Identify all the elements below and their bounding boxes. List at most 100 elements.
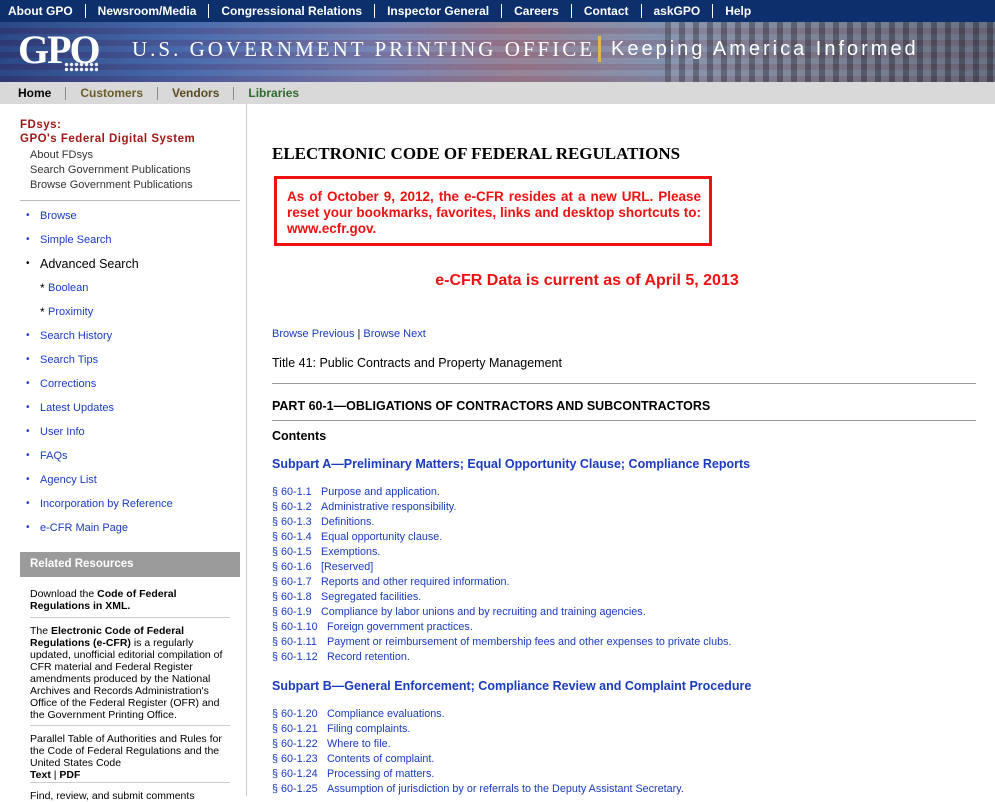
section-title[interactable]: Segregated facilities. bbox=[321, 590, 421, 605]
topnav-congressional-relations[interactable]: Congressional Relations bbox=[209, 4, 376, 18]
section-row[interactable]: § 60-1.24 Processing of matters. bbox=[272, 767, 976, 782]
fdsys-link-about[interactable]: About FDsys bbox=[30, 148, 193, 163]
section-title[interactable]: Purpose and application. bbox=[321, 485, 440, 500]
sidebar-item-label[interactable]: Boolean bbox=[48, 280, 88, 296]
section-number[interactable]: § 60-1.10 bbox=[272, 620, 318, 635]
sidebar-item-label[interactable]: Latest Updates bbox=[40, 400, 114, 416]
section-row[interactable]: § 60-1.4 Equal opportunity clause. bbox=[272, 530, 976, 545]
sidebar-item-corrections[interactable]: • Corrections bbox=[26, 376, 240, 400]
section-row[interactable]: § 60-1.21 Filing complaints. bbox=[272, 722, 976, 737]
browse-next-link[interactable]: Browse Next bbox=[363, 328, 425, 340]
sidebar-item-label[interactable]: Proximity bbox=[48, 304, 93, 320]
section-row[interactable]: § 60-1.23 Contents of complaint. bbox=[272, 752, 976, 767]
section-title[interactable]: Record retention. bbox=[327, 650, 410, 665]
section-title[interactable]: [Reserved] bbox=[321, 560, 373, 575]
section-row[interactable]: § 60-1.8 Segregated facilities. bbox=[272, 590, 976, 605]
sidebar-item-simple-search[interactable]: • Simple Search bbox=[26, 232, 240, 256]
section-number[interactable]: § 60-1.9 bbox=[272, 605, 312, 620]
section-title[interactable]: Where to file. bbox=[327, 737, 391, 752]
section-title[interactable]: Compliance evaluations. bbox=[327, 707, 445, 722]
section-title[interactable]: Compliance by labor unions and by recrui… bbox=[321, 605, 646, 620]
section-number[interactable]: § 60-1.6 bbox=[272, 560, 312, 575]
section-title[interactable]: Administrative responsibility. bbox=[321, 500, 456, 515]
fdsys-title-line-2[interactable]: GPO's Federal Digital System bbox=[20, 132, 195, 146]
gpo-logo[interactable]: GPO bbox=[18, 26, 101, 73]
sidebar-item-boolean[interactable]: * Boolean bbox=[26, 280, 240, 304]
section-row[interactable]: § 60-1.5 Exemptions. bbox=[272, 545, 976, 560]
section-title[interactable]: Processing of matters. bbox=[327, 767, 434, 782]
fdsys-link-search[interactable]: Search Government Publications bbox=[30, 163, 193, 178]
section-number[interactable]: § 60-1.20 bbox=[272, 707, 318, 722]
section-row[interactable]: § 60-1.11 Payment or reimbursement of mem… bbox=[272, 635, 976, 650]
section-number[interactable]: § 60-1.8 bbox=[272, 590, 312, 605]
section-number[interactable]: § 60-1.1 bbox=[272, 485, 312, 500]
sidebar-item-label[interactable]: Incorporation by Reference bbox=[40, 496, 173, 512]
section-row[interactable]: § 60-1.7 Reports and other required infor… bbox=[272, 575, 976, 590]
sidebar-item-browse[interactable]: • Browse bbox=[26, 208, 240, 232]
section-title[interactable]: Equal opportunity clause. bbox=[321, 530, 442, 545]
section-number[interactable]: § 60-1.12 bbox=[272, 650, 318, 665]
section-number[interactable]: § 60-1.21 bbox=[272, 722, 318, 737]
section-title[interactable]: Payment or reimbursement of membership f… bbox=[327, 635, 731, 650]
sidebar-item-label[interactable]: Search History bbox=[40, 328, 112, 344]
section-number[interactable]: § 60-1.7 bbox=[272, 575, 312, 590]
section-title[interactable]: Exemptions. bbox=[321, 545, 380, 560]
sidebar-item-label[interactable]: Corrections bbox=[40, 376, 96, 392]
section-number[interactable]: § 60-1.24 bbox=[272, 767, 318, 782]
sidebar-item-label[interactable]: FAQs bbox=[40, 448, 68, 464]
sidebar-item-label[interactable]: Browse bbox=[40, 208, 77, 224]
sidebar-item-incorporation-by-reference[interactable]: • Incorporation by Reference bbox=[26, 496, 240, 520]
section-row[interactable]: § 60-1.12 Record retention. bbox=[272, 650, 976, 665]
browse-previous-link[interactable]: Browse Previous bbox=[272, 328, 355, 340]
section-number[interactable]: § 60-1.2 bbox=[272, 500, 312, 515]
section-number[interactable]: § 60-1.5 bbox=[272, 545, 312, 560]
topnav-help[interactable]: Help bbox=[713, 4, 763, 18]
parallel-text-link[interactable]: Text bbox=[30, 769, 51, 781]
subnav-customers[interactable]: Customers bbox=[66, 86, 159, 100]
section-number[interactable]: § 60-1.3 bbox=[272, 515, 312, 530]
subnav-libraries[interactable]: Libraries bbox=[234, 86, 313, 100]
sidebar-item-label[interactable]: e-CFR Main Page bbox=[40, 520, 128, 536]
sidebar-item-latest-updates[interactable]: • Latest Updates bbox=[26, 400, 240, 424]
sidebar-item-agency-list[interactable]: • Agency List bbox=[26, 472, 240, 496]
section-row[interactable]: § 60-1.6 [Reserved] bbox=[272, 560, 976, 575]
section-title[interactable]: Foreign government practices. bbox=[327, 620, 473, 635]
section-row[interactable]: § 60-1.25 Assumption of jurisdiction by o… bbox=[272, 782, 976, 797]
sidebar-item-label[interactable]: Simple Search bbox=[40, 232, 112, 248]
parallel-pdf-link[interactable]: PDF bbox=[59, 769, 80, 781]
section-row[interactable]: § 60-1.1 Purpose and application. bbox=[272, 485, 976, 500]
sidebar-item-user-info[interactable]: • User Info bbox=[26, 424, 240, 448]
topnav-inspector-general[interactable]: Inspector General bbox=[375, 4, 503, 18]
topnav-about-gpo[interactable]: About GPO bbox=[0, 4, 86, 18]
section-row[interactable]: § 60-1.9 Compliance by labor unions and b… bbox=[272, 605, 976, 620]
subpart-b-link[interactable]: Subpart B—General Enforcement; Complianc… bbox=[272, 679, 751, 693]
sidebar-item-proximity[interactable]: * Proximity bbox=[26, 304, 240, 328]
fdsys-link-browse[interactable]: Browse Government Publications bbox=[30, 178, 193, 193]
topnav-askgpo[interactable]: askGPO bbox=[642, 4, 714, 18]
subnav-home[interactable]: Home bbox=[0, 86, 67, 100]
sidebar-item-label[interactable]: Agency List bbox=[40, 472, 97, 488]
section-title[interactable]: Filing complaints. bbox=[327, 722, 410, 737]
topnav-contact[interactable]: Contact bbox=[572, 4, 642, 18]
section-number[interactable]: § 60-1.22 bbox=[272, 737, 318, 752]
section-number[interactable]: § 60-1.23 bbox=[272, 752, 318, 767]
section-number[interactable]: § 60-1.4 bbox=[272, 530, 312, 545]
sidebar-item-search-tips[interactable]: • Search Tips bbox=[26, 352, 240, 376]
sidebar-item-label[interactable]: Search Tips bbox=[40, 352, 98, 368]
section-number[interactable]: § 60-1.11 bbox=[272, 635, 317, 650]
section-number[interactable]: § 60-1.25 bbox=[272, 782, 318, 797]
section-row[interactable]: § 60-1.3 Definitions. bbox=[272, 515, 976, 530]
section-row[interactable]: § 60-1.22 Where to file. bbox=[272, 737, 976, 752]
topnav-careers[interactable]: Careers bbox=[502, 4, 572, 18]
section-title[interactable]: Assumption of jurisdiction by or referra… bbox=[327, 782, 684, 797]
sidebar-item-search-history[interactable]: • Search History bbox=[26, 328, 240, 352]
section-row[interactable]: § 60-1.2 Administrative responsibility. bbox=[272, 500, 976, 515]
subpart-a-link[interactable]: Subpart A—Preliminary Matters; Equal Opp… bbox=[272, 457, 750, 471]
section-title[interactable]: Definitions. bbox=[321, 515, 374, 530]
subnav-vendors[interactable]: Vendors bbox=[158, 86, 235, 100]
topnav-newsroom[interactable]: Newsroom/Media bbox=[86, 4, 210, 18]
sidebar-item-label[interactable]: User Info bbox=[40, 424, 85, 440]
section-row[interactable]: § 60-1.20 Compliance evaluations. bbox=[272, 707, 976, 722]
section-title[interactable]: Reports and other required information. bbox=[321, 575, 509, 590]
section-row[interactable]: § 60-1.10 Foreign government practices. bbox=[272, 620, 976, 635]
